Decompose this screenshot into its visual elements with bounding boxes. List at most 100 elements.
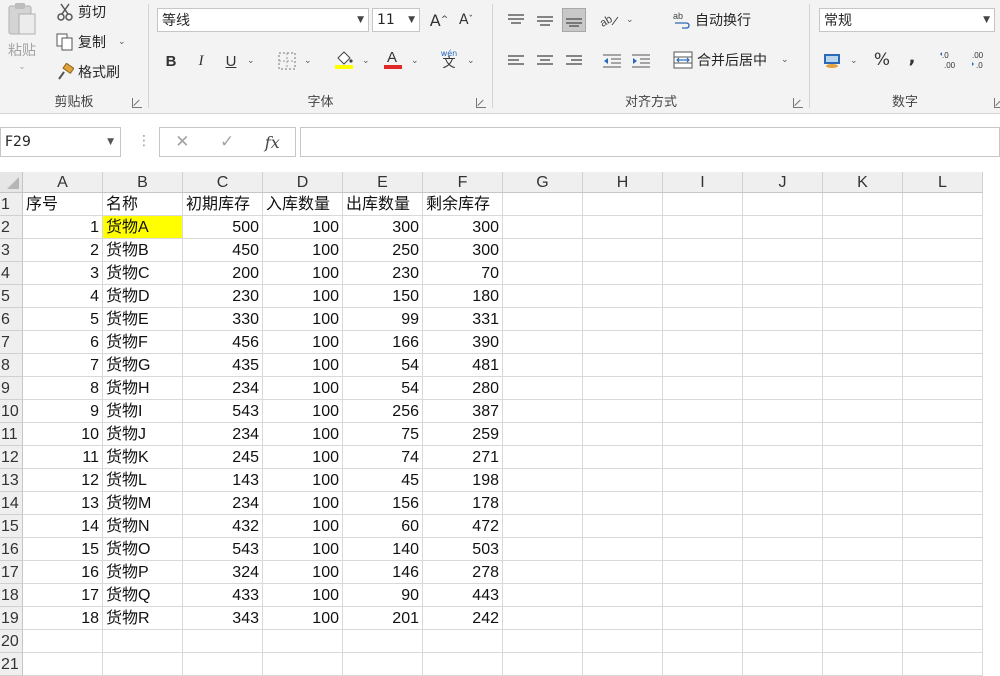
cell-E6[interactable]: 99 [343,308,423,331]
cell-A10[interactable]: 9 [23,400,103,423]
formula-input[interactable] [300,127,1000,157]
cell-C10[interactable]: 543 [183,400,263,423]
cell-H2[interactable] [583,216,663,239]
cell-A16[interactable]: 15 [23,538,103,561]
paste-button[interactable]: 粘贴 ⌄ [6,2,38,72]
cell-I11[interactable] [663,423,743,446]
cut-button[interactable]: 剪切 [56,2,106,22]
align-center-icon[interactable] [533,49,557,73]
dialog-launcher-icon[interactable] [793,98,803,108]
row-header-19[interactable]: 19 [0,607,23,630]
cell-J4[interactable] [743,262,823,285]
cell-F12[interactable]: 271 [423,446,503,469]
cell-C16[interactable]: 543 [183,538,263,561]
cell-A19[interactable]: 18 [23,607,103,630]
chevron-down-icon[interactable]: ⌄ [467,56,475,66]
cell-A21[interactable] [23,653,103,676]
row-header-15[interactable]: 15 [0,515,23,538]
cell-A1[interactable]: 序号 [23,193,103,216]
cell-J2[interactable] [743,216,823,239]
dialog-launcher-icon[interactable] [476,98,486,108]
cell-I16[interactable] [663,538,743,561]
number-format-select[interactable]: 常规 ▼ [819,8,995,32]
cell-I18[interactable] [663,584,743,607]
wrap-text-button[interactable]: ab 自动换行 [673,10,751,30]
cell-F13[interactable]: 198 [423,469,503,492]
row-header-2[interactable]: 2 [0,216,23,239]
decrease-font-size-icon[interactable]: Aˇ [454,8,478,32]
italic-button[interactable]: I [189,49,213,73]
cell-J3[interactable] [743,239,823,262]
cell-C5[interactable]: 230 [183,285,263,308]
cell-K10[interactable] [823,400,903,423]
cell-E7[interactable]: 166 [343,331,423,354]
fill-color-button[interactable] [332,47,356,71]
cell-I8[interactable] [663,354,743,377]
cell-B16[interactable]: 货物O [103,538,183,561]
cell-B20[interactable] [103,630,183,653]
cell-I12[interactable] [663,446,743,469]
chevron-down-icon[interactable]: ⌄ [850,56,858,66]
cell-B5[interactable]: 货物D [103,285,183,308]
cell-G7[interactable] [503,331,583,354]
cell-D1[interactable]: 入库数量 [263,193,343,216]
cell-E1[interactable]: 出库数量 [343,193,423,216]
cell-L19[interactable] [903,607,983,630]
cell-L17[interactable] [903,561,983,584]
cell-K5[interactable] [823,285,903,308]
column-header-C[interactable]: C [183,172,263,193]
row-header-3[interactable]: 3 [0,239,23,262]
chevron-down-icon[interactable]: ⌄ [362,56,370,66]
cell-G21[interactable] [503,653,583,676]
cell-H10[interactable] [583,400,663,423]
cell-H4[interactable] [583,262,663,285]
cell-E8[interactable]: 54 [343,354,423,377]
cell-H17[interactable] [583,561,663,584]
cell-A17[interactable]: 16 [23,561,103,584]
cell-D20[interactable] [263,630,343,653]
cell-H14[interactable] [583,492,663,515]
cell-J19[interactable] [743,607,823,630]
cell-B10[interactable]: 货物I [103,400,183,423]
cell-H1[interactable] [583,193,663,216]
cell-K8[interactable] [823,354,903,377]
cell-D21[interactable] [263,653,343,676]
font-size-select[interactable]: 11 ▼ [372,8,420,32]
chevron-down-icon[interactable]: ▼ [107,137,114,147]
cell-K4[interactable] [823,262,903,285]
cell-J9[interactable] [743,377,823,400]
row-header-4[interactable]: 4 [0,262,23,285]
cell-A2[interactable]: 1 [23,216,103,239]
cell-H12[interactable] [583,446,663,469]
cell-E21[interactable] [343,653,423,676]
cell-H9[interactable] [583,377,663,400]
align-left-icon[interactable] [504,49,528,73]
cell-G18[interactable] [503,584,583,607]
cell-C15[interactable]: 432 [183,515,263,538]
cell-A14[interactable]: 13 [23,492,103,515]
cell-B19[interactable]: 货物R [103,607,183,630]
copy-button[interactable]: 复制 ⌄ [56,32,126,52]
cell-J21[interactable] [743,653,823,676]
cell-C18[interactable]: 433 [183,584,263,607]
cell-I21[interactable] [663,653,743,676]
row-header-11[interactable]: 11 [0,423,23,446]
cell-H16[interactable] [583,538,663,561]
row-header-1[interactable]: 1 [0,193,23,216]
cell-G15[interactable] [503,515,583,538]
cell-G10[interactable] [503,400,583,423]
cell-L12[interactable] [903,446,983,469]
cell-E13[interactable]: 45 [343,469,423,492]
orientation-icon[interactable]: ab [597,8,621,32]
cell-G1[interactable] [503,193,583,216]
cell-F7[interactable]: 390 [423,331,503,354]
cell-D16[interactable]: 100 [263,538,343,561]
align-bottom-icon[interactable] [562,8,586,32]
cell-I20[interactable] [663,630,743,653]
cell-A18[interactable]: 17 [23,584,103,607]
cell-B17[interactable]: 货物P [103,561,183,584]
bold-button[interactable]: B [159,49,183,73]
cell-I6[interactable] [663,308,743,331]
cell-C13[interactable]: 143 [183,469,263,492]
cell-I19[interactable] [663,607,743,630]
